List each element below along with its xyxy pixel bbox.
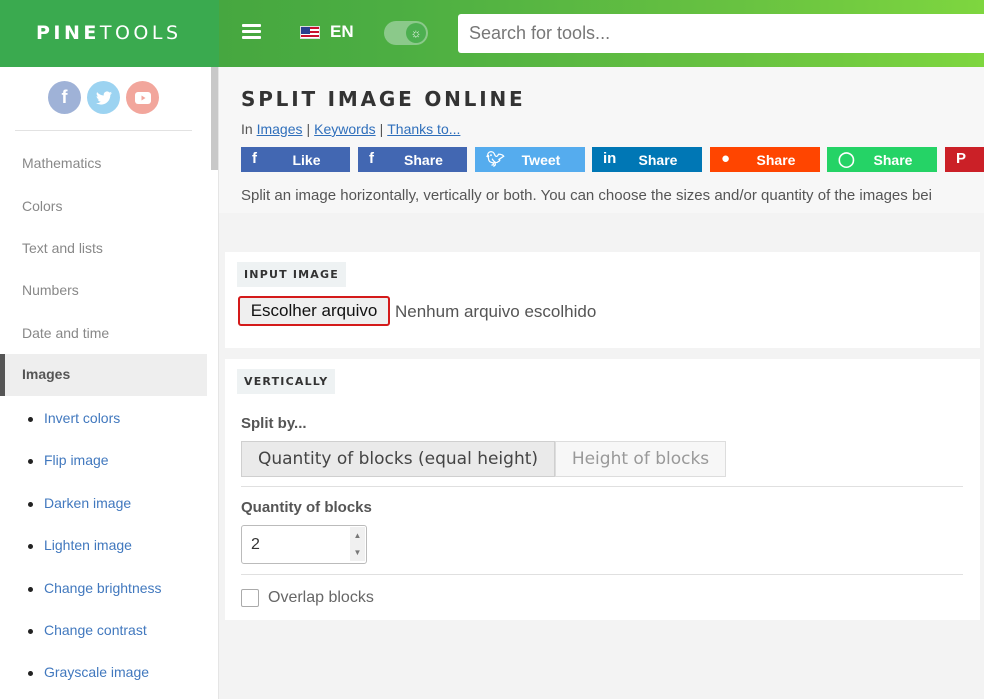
split-by-label: Split by... <box>241 415 307 432</box>
twitter-icon[interactable] <box>87 81 120 114</box>
breadcrumb: In Images | Keywords | Thanks to... <box>241 121 461 137</box>
sidebar-item-images[interactable]: Images <box>0 354 207 396</box>
split-option-height[interactable]: Height of blocks <box>555 441 726 477</box>
panel-label: VERTICALLY <box>237 369 336 394</box>
tool-description: Split an image horizontally, vertically … <box>241 187 932 204</box>
sidebar-item-date-and-time[interactable]: Date and time <box>22 325 109 341</box>
stepper-up-icon[interactable]: ▲ <box>350 527 365 544</box>
title-area: SPLIT IMAGE ONLINE In Images | Keywords | Th… <box>219 67 984 213</box>
sidebar-item-mathematics[interactable]: Mathematics <box>22 155 101 171</box>
breadcrumb-link-images[interactable]: Images <box>257 121 303 137</box>
sidebar-item-label: Images <box>22 366 71 382</box>
panel-label: INPUT IMAGE <box>237 262 346 287</box>
split-option-quantity[interactable]: Quantity of blocks (equal height) <box>241 441 555 477</box>
overlap-checkbox[interactable] <box>241 589 259 607</box>
breadcrumb-link-thanks[interactable]: Thanks to... <box>387 121 460 137</box>
facebook-share-button[interactable]: f Share <box>358 147 467 172</box>
pinterest-share-button[interactable]: P <box>945 147 984 172</box>
youtube-icon[interactable] <box>126 81 159 114</box>
search-input[interactable] <box>458 14 984 53</box>
logo-area: PINETOOLS <box>0 0 219 67</box>
divider <box>241 486 963 487</box>
breadcrumb-link-keywords[interactable]: Keywords <box>314 121 375 137</box>
sidebar-subitem-grayscale-image[interactable]: Grayscale image <box>28 664 149 680</box>
facebook-icon[interactable]: f <box>48 81 81 114</box>
sidebar-subitem-change-contrast[interactable]: Change contrast <box>28 622 147 638</box>
sidebar-item-numbers[interactable]: Numbers <box>22 282 79 298</box>
file-status: Nenhum arquivo escolhido <box>395 302 597 321</box>
quantity-label: Quantity of blocks <box>241 499 372 516</box>
sidebar-item-text-and-lists[interactable]: Text and lists <box>22 240 103 256</box>
sidebar-subitem-darken-image[interactable]: Darken image <box>28 495 131 511</box>
us-flag-icon <box>300 26 320 39</box>
sidebar-subitem-invert-colors[interactable]: Invert colors <box>28 410 120 426</box>
top-header: PINETOOLS EN ☼ <box>0 0 984 67</box>
hamburger-menu-icon[interactable] <box>242 24 261 40</box>
sidebar-subitem-flip-image[interactable]: Flip image <box>28 452 109 468</box>
divider <box>241 574 963 575</box>
main-content: SPLIT IMAGE ONLINE In Images | Keywords | Th… <box>219 67 984 699</box>
overlap-label: Overlap blocks <box>268 589 374 606</box>
pinterest-icon: P <box>956 150 967 167</box>
sidebar-item-colors[interactable]: Colors <box>22 198 62 214</box>
pinetools-logo[interactable]: PINETOOLS <box>36 22 182 44</box>
stepper-down-icon[interactable]: ▼ <box>350 544 365 561</box>
quantity-stepper[interactable]: ▲ ▼ <box>350 527 365 562</box>
sidebar-scrollbar[interactable] <box>211 67 218 170</box>
linkedin-share-button[interactable]: in Share <box>592 147 702 172</box>
quantity-input[interactable] <box>241 525 367 564</box>
page-title: SPLIT IMAGE ONLINE <box>241 87 526 111</box>
input-image-panel: INPUT IMAGE Escolher arquivo Nenhum arqu… <box>225 252 980 348</box>
twitter-tweet-button[interactable]: 🐦︎ Tweet <box>475 147 585 172</box>
sidebar-divider <box>15 130 192 131</box>
facebook-like-button[interactable]: f Like <box>241 147 350 172</box>
sidebar-subitem-change-brightness[interactable]: Change brightness <box>28 580 162 596</box>
whatsapp-share-button[interactable]: ◯ Share <box>827 147 937 172</box>
sun-icon: ☼ <box>406 23 426 43</box>
reddit-share-button[interactable]: ● Share <box>710 147 820 172</box>
language-selector[interactable]: EN <box>330 22 354 42</box>
dark-mode-toggle[interactable]: ☼ <box>384 21 428 45</box>
vertically-panel: VERTICALLY Split by... Quantity of block… <box>225 359 980 620</box>
sidebar-subitem-lighten-image[interactable]: Lighten image <box>28 537 132 553</box>
sidebar: f Mathematics Colors Text and lists Numb… <box>0 67 219 699</box>
choose-file-button[interactable]: Escolher arquivo <box>238 296 390 326</box>
